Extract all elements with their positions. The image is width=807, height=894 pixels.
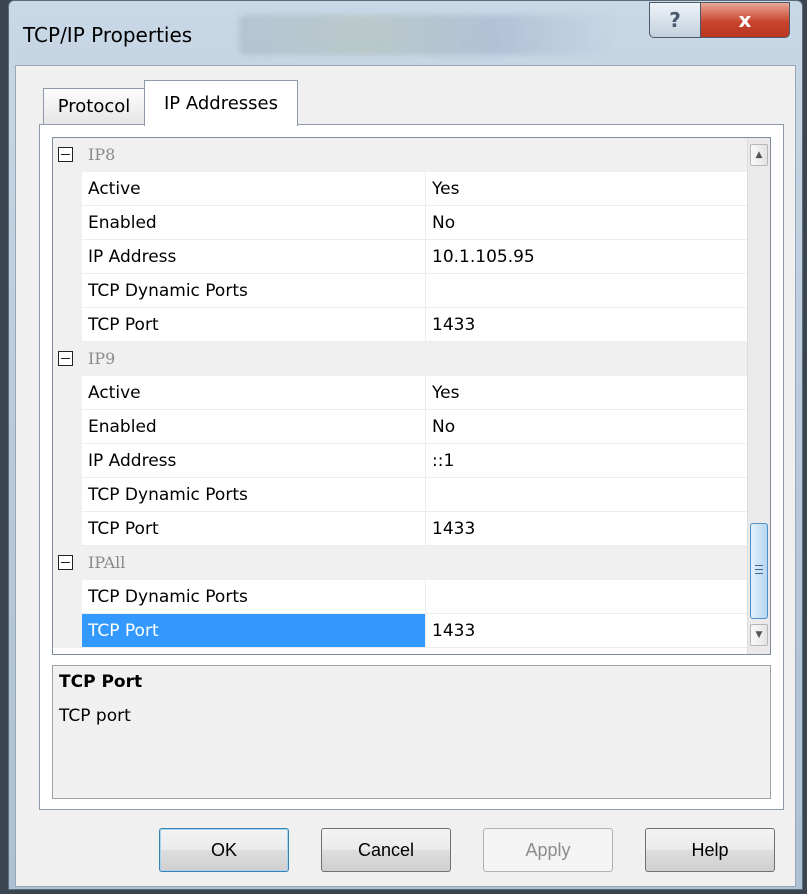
description-title: TCP Port xyxy=(59,672,143,692)
property-name[interactable]: Enabled xyxy=(82,206,425,240)
property-value[interactable]: Yes xyxy=(425,376,747,410)
collapse-icon[interactable] xyxy=(58,147,73,162)
property-description: TCP Port TCP port xyxy=(52,665,771,799)
help-icon[interactable]: ? xyxy=(649,2,701,38)
category-label: IPAll xyxy=(88,553,126,572)
scrollbar-grip-icon xyxy=(755,565,763,577)
category-label: IP9 xyxy=(88,349,116,368)
row-gutter xyxy=(53,240,82,274)
property-name[interactable]: Active xyxy=(82,172,425,206)
title-bar[interactable]: TCP/IP Properties ? x xyxy=(9,1,802,65)
property-row[interactable]: Active Yes xyxy=(53,376,747,410)
scroll-down-arrow-icon[interactable]: ▼ xyxy=(750,624,768,646)
row-gutter xyxy=(53,444,82,478)
help-button[interactable]: Help xyxy=(645,828,775,872)
scroll-up-arrow-icon[interactable]: ▲ xyxy=(750,144,768,166)
row-gutter xyxy=(53,172,82,206)
row-gutter xyxy=(53,614,82,648)
properties-dialog: TCP/IP Properties ? x Protocol IP Addres… xyxy=(8,0,803,890)
cancel-button[interactable]: Cancel xyxy=(321,828,451,872)
property-row[interactable]: TCP Dynamic Ports xyxy=(53,580,747,614)
property-row[interactable]: TCP Port 1433 xyxy=(53,512,747,546)
property-value[interactable] xyxy=(425,580,747,614)
property-value[interactable] xyxy=(425,274,747,308)
property-name[interactable]: TCP Dynamic Ports xyxy=(82,580,425,614)
property-row[interactable]: IP Address::1 xyxy=(53,444,747,478)
category-label: IP8 xyxy=(88,145,116,164)
property-value[interactable]: 10.1.105.95 xyxy=(425,240,747,274)
property-row[interactable]: Active Yes xyxy=(53,172,747,206)
property-name[interactable]: TCP Port xyxy=(82,614,425,648)
row-gutter xyxy=(53,274,82,308)
property-row[interactable]: IP Address 10.1.105.95 xyxy=(53,240,747,274)
property-value[interactable]: 1433 xyxy=(425,512,747,546)
scrollbar-thumb[interactable] xyxy=(750,523,768,619)
property-row[interactable]: Enabled No xyxy=(53,206,747,240)
tab-ip-addresses[interactable]: IP Addresses xyxy=(144,80,298,126)
row-gutter xyxy=(53,308,82,342)
apply-button[interactable]: Apply xyxy=(483,828,613,872)
row-gutter xyxy=(53,512,82,546)
property-value[interactable]: No xyxy=(425,410,747,444)
property-name[interactable]: TCP Dynamic Ports xyxy=(82,478,425,512)
collapse-icon[interactable] xyxy=(58,555,73,570)
property-name[interactable]: IP Address xyxy=(82,240,425,274)
property-row[interactable]: Enabled No xyxy=(53,410,747,444)
dialog-body: Protocol IP Addresses IP8 Active Yes Enable… xyxy=(15,65,796,887)
vertical-scrollbar[interactable]: ▲ ▼ xyxy=(747,138,770,654)
window-title: TCP/IP Properties xyxy=(23,23,193,47)
property-row[interactable]: TCP Port 1433 xyxy=(53,308,747,342)
property-name[interactable]: TCP Dynamic Ports xyxy=(82,274,425,308)
tab-protocol[interactable]: Protocol xyxy=(43,88,145,124)
property-grid[interactable]: IP8 Active Yes Enabled No IP Address 10.1.105.… xyxy=(52,137,771,655)
property-name[interactable]: IP Address xyxy=(82,444,425,478)
row-gutter xyxy=(53,376,82,410)
property-name[interactable]: TCP Port xyxy=(82,308,425,342)
property-name[interactable]: Enabled xyxy=(82,410,425,444)
property-value[interactable]: Yes xyxy=(425,172,747,206)
tab-panel-ip-addresses: IP8 Active Yes Enabled No IP Address 10.1.105.… xyxy=(39,124,784,810)
row-gutter xyxy=(53,206,82,240)
property-value[interactable] xyxy=(425,478,747,512)
category-row[interactable]: IP8 xyxy=(53,138,747,172)
category-row[interactable]: IP9 xyxy=(53,342,747,376)
property-row[interactable]: TCP Port 1433 xyxy=(53,614,747,648)
property-name[interactable]: Active xyxy=(82,376,425,410)
category-row[interactable]: IPAll xyxy=(53,546,747,580)
property-value[interactable]: No xyxy=(425,206,747,240)
close-icon[interactable]: x xyxy=(700,2,790,38)
property-name[interactable]: TCP Port xyxy=(82,512,425,546)
row-gutter xyxy=(53,580,82,614)
title-bar-glass xyxy=(239,15,619,55)
property-row[interactable]: TCP Dynamic Ports xyxy=(53,478,747,512)
description-text: TCP port xyxy=(59,706,131,726)
row-gutter xyxy=(53,478,82,512)
collapse-icon[interactable] xyxy=(58,351,73,366)
ok-button[interactable]: OK xyxy=(159,828,289,872)
property-value[interactable]: ::1 xyxy=(425,444,747,478)
property-value[interactable]: 1433 xyxy=(425,308,747,342)
property-value[interactable]: 1433 xyxy=(425,614,747,648)
property-row[interactable]: TCP Dynamic Ports xyxy=(53,274,747,308)
row-gutter xyxy=(53,410,82,444)
